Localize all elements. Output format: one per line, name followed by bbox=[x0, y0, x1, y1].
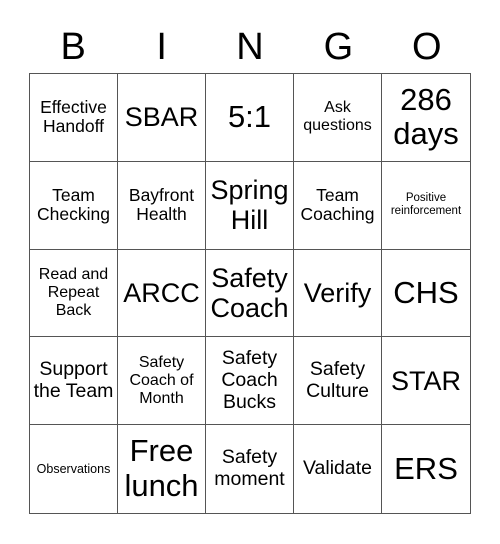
bingo-cell[interactable]: STAR bbox=[382, 337, 470, 426]
bingo-cell[interactable]: Bayfront Health bbox=[118, 161, 206, 250]
cell-text: SBAR bbox=[124, 102, 199, 133]
bingo-cell[interactable]: Observations bbox=[30, 425, 118, 513]
bingo-cell[interactable]: Ask questions bbox=[294, 74, 382, 162]
cell-text: Spring Hill bbox=[210, 174, 289, 236]
bingo-cell[interactable]: Team Checking bbox=[30, 161, 118, 250]
bingo-cell[interactable]: Safety moment bbox=[206, 425, 294, 513]
bingo-cell[interactable]: CHS bbox=[382, 250, 470, 338]
cell-text: Bayfront Health bbox=[128, 184, 195, 225]
cell-text: Verify bbox=[303, 277, 372, 308]
cell-text: Validate bbox=[302, 457, 373, 480]
header-letter-g: G bbox=[323, 26, 354, 68]
bingo-cell[interactable]: Safety Coach Bucks bbox=[206, 337, 294, 426]
bingo-cell[interactable]: ARCC bbox=[118, 249, 206, 338]
cell-text: 5:1 bbox=[227, 99, 272, 135]
cell-text: Free lunch bbox=[124, 433, 199, 504]
bingo-cell[interactable]: Effective Handoff bbox=[30, 74, 118, 162]
cell-text: Team Checking bbox=[37, 184, 110, 225]
header-letter-n: N bbox=[236, 26, 264, 68]
cell-text: 286 days bbox=[393, 81, 459, 152]
bingo-cell[interactable]: Safety Coach of Month bbox=[118, 337, 206, 426]
cell-text: Safety Coach of Month bbox=[129, 353, 194, 407]
cell-text: ERS bbox=[394, 450, 458, 486]
cell-text: Safety moment bbox=[214, 446, 285, 491]
cell-text: Support the Team bbox=[33, 357, 114, 402]
cell-text: ARCC bbox=[123, 277, 200, 308]
cell-text: Positive reinforcement bbox=[390, 192, 462, 218]
bingo-cell[interactable]: Spring Hill bbox=[206, 161, 294, 250]
bingo-cell[interactable]: ERS bbox=[382, 425, 470, 513]
bingo-cell[interactable]: Free lunch bbox=[118, 425, 206, 513]
cell-text: STAR bbox=[390, 365, 461, 396]
bingo-cell[interactable]: Safety Culture bbox=[294, 337, 382, 426]
cell-text: Ask questions bbox=[303, 99, 372, 135]
bingo-cell[interactable]: Positive reinforcement bbox=[382, 162, 470, 250]
cell-text: Team Coaching bbox=[300, 184, 375, 225]
cell-text: Safety Coach bbox=[210, 262, 289, 323]
cell-text: Safety Culture bbox=[306, 357, 369, 402]
bingo-cell[interactable]: Support the Team bbox=[30, 337, 118, 426]
bingo-cell[interactable]: Safety Coach bbox=[206, 249, 294, 338]
cell-text: CHS bbox=[393, 274, 459, 310]
bingo-cell[interactable]: 5:1 bbox=[206, 74, 294, 162]
bingo-cell[interactable]: Team Coaching bbox=[294, 161, 382, 250]
bingo-grid: Effective Handoff SBAR 5:1 Ask questions… bbox=[29, 73, 471, 514]
bingo-cell[interactable]: Read and Repeat Back bbox=[30, 249, 118, 338]
header-letter-b: B bbox=[60, 26, 86, 68]
bingo-header: B I N G O bbox=[29, 22, 471, 72]
cell-text: Effective Handoff bbox=[40, 96, 107, 137]
bingo-cell[interactable]: Verify bbox=[294, 249, 382, 338]
bingo-cell[interactable]: SBAR bbox=[118, 74, 206, 162]
bingo-cell[interactable]: Validate bbox=[294, 425, 382, 513]
header-letter-o: O bbox=[412, 26, 442, 68]
cell-text: Observations bbox=[36, 462, 111, 477]
cell-text: Safety Coach Bucks bbox=[221, 347, 278, 413]
header-letter-i: I bbox=[156, 26, 167, 68]
cell-text: Read and Repeat Back bbox=[38, 266, 109, 319]
bingo-cell[interactable]: 286 days bbox=[382, 74, 470, 162]
